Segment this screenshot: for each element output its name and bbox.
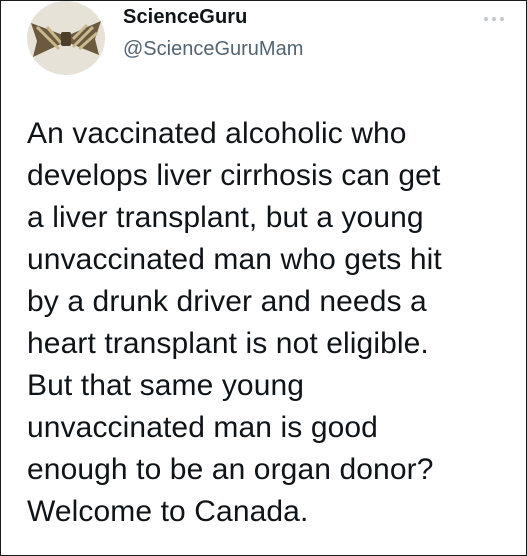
tweet-line: a liver transplant, but a young — [27, 201, 424, 234]
user-handle[interactable]: @ScienceGuruMam — [123, 38, 303, 61]
tweet-line: An vaccinated alcoholic who — [27, 117, 407, 150]
tweet-line: develops liver cirrhosis can get — [27, 159, 441, 192]
tweet-line: heart transplant is not eligible. — [27, 327, 429, 360]
tweet-card: ScienceGuru @ScienceGuruMam An vaccinate… — [0, 0, 527, 556]
tweet-line: by a drunk driver and needs a — [27, 285, 427, 318]
tweet-line: But that same young — [27, 369, 305, 402]
dot — [500, 17, 504, 21]
bow-tie-icon — [31, 21, 101, 57]
dot — [492, 17, 496, 21]
tweet-line: enough to be an organ donor? — [27, 453, 434, 486]
tweet-line: Welcome to Canada. — [27, 495, 309, 528]
dot — [484, 17, 488, 21]
tweet-line: unvaccinated man is good — [27, 411, 378, 444]
avatar[interactable] — [27, 1, 105, 75]
more-options-icon[interactable] — [482, 15, 506, 23]
tweet-text: An vaccinated alcoholic who develops liv… — [27, 113, 517, 533]
display-name[interactable]: ScienceGuru — [123, 6, 247, 29]
tweet-line: unvaccinated man who gets hit — [27, 243, 442, 276]
